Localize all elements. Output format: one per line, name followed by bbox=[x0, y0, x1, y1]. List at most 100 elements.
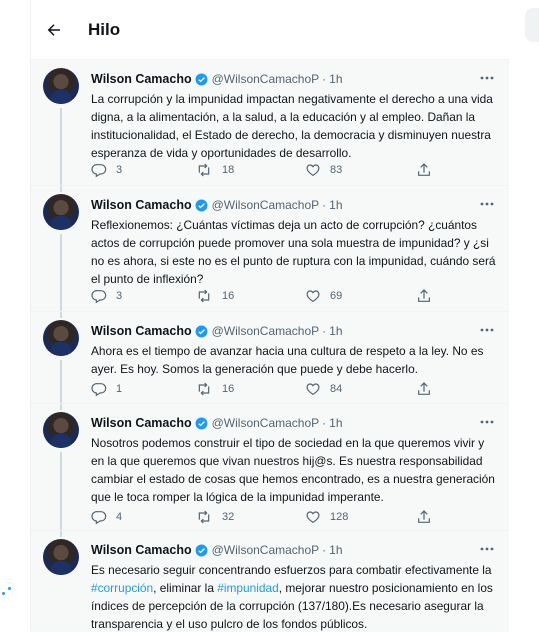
like-count: 128 bbox=[330, 511, 349, 523]
heart-icon bbox=[305, 381, 321, 397]
thread-connector bbox=[60, 234, 62, 312]
avatar[interactable] bbox=[43, 194, 79, 230]
author-handle[interactable]: @WilsonCamachoP bbox=[212, 72, 320, 86]
tweet-text-part: Es necesario seguir concentrando esfuerz… bbox=[91, 563, 492, 577]
hashtag-link[interactable]: #corrupción bbox=[91, 581, 153, 595]
tweet-actions: 3 18 83 bbox=[91, 161, 451, 179]
author-name[interactable]: Wilson Camacho bbox=[91, 72, 192, 86]
author-name[interactable]: Wilson Camacho bbox=[91, 198, 192, 212]
reply-count: 1 bbox=[116, 383, 123, 395]
author-handle[interactable]: @WilsonCamachoP bbox=[212, 416, 320, 430]
more-button[interactable] bbox=[477, 414, 497, 430]
author-name[interactable]: Wilson Camacho bbox=[91, 324, 192, 338]
tweet-actions: 1 16 84 bbox=[91, 380, 451, 398]
like-button[interactable]: 69 bbox=[305, 287, 342, 305]
verified-badge-icon bbox=[195, 544, 208, 557]
more-button[interactable] bbox=[477, 196, 497, 212]
thread-column: Hilo Wilson Camacho @WilsonCamachoP · 1h… bbox=[30, 0, 510, 632]
author-name[interactable]: Wilson Camacho bbox=[91, 416, 192, 430]
search-box-edge[interactable] bbox=[525, 8, 539, 42]
thread-header: Hilo bbox=[31, 0, 509, 58]
heart-icon bbox=[305, 288, 321, 304]
author-name[interactable]: Wilson Camacho bbox=[91, 543, 192, 557]
verified-badge-icon bbox=[195, 325, 208, 338]
more-dots-icon bbox=[480, 76, 494, 80]
like-count: 69 bbox=[330, 290, 343, 302]
page-title: Hilo bbox=[88, 20, 121, 39]
author-handle[interactable]: @WilsonCamachoP bbox=[212, 324, 320, 338]
retweet-button[interactable]: 16 bbox=[195, 287, 234, 305]
tweet-3[interactable]: Wilson Camacho @WilsonCamachoP · 1h Ahor… bbox=[31, 311, 509, 404]
thread-connector bbox=[60, 531, 62, 537]
author-handle[interactable]: @WilsonCamachoP bbox=[212, 198, 320, 212]
like-button[interactable]: 84 bbox=[305, 380, 342, 398]
retweet-count: 32 bbox=[222, 511, 235, 523]
reply-button[interactable]: 4 bbox=[91, 508, 122, 526]
tweet-header: Wilson Camacho @WilsonCamachoP · 1h bbox=[91, 541, 343, 559]
retweet-button[interactable]: 16 bbox=[195, 380, 234, 398]
tweet-5[interactable]: Wilson Camacho @WilsonCamachoP · 1h Es n… bbox=[31, 530, 509, 632]
thread-connector bbox=[60, 360, 62, 404]
tweet-4[interactable]: Wilson Camacho @WilsonCamachoP · 1h Noso… bbox=[31, 403, 509, 531]
dot-separator: · bbox=[322, 543, 327, 557]
more-dots-icon bbox=[480, 420, 494, 424]
share-button[interactable] bbox=[416, 287, 432, 305]
reply-icon bbox=[91, 509, 107, 525]
more-button[interactable] bbox=[477, 322, 497, 338]
like-count: 83 bbox=[330, 164, 343, 176]
reply-count: 3 bbox=[116, 290, 123, 302]
reply-button[interactable]: 3 bbox=[91, 161, 122, 179]
retweet-icon bbox=[195, 162, 213, 178]
share-button[interactable] bbox=[416, 380, 432, 398]
more-button[interactable] bbox=[477, 541, 497, 557]
verified-badge-icon bbox=[195, 73, 208, 86]
retweet-icon bbox=[195, 288, 213, 304]
back-button[interactable] bbox=[41, 17, 67, 43]
tweet-actions: 3 16 69 bbox=[91, 287, 451, 305]
reply-icon bbox=[91, 162, 107, 178]
verified-badge-icon bbox=[195, 417, 208, 430]
thread-connector bbox=[60, 186, 62, 192]
arrow-left-icon bbox=[45, 21, 63, 39]
share-icon bbox=[416, 162, 432, 178]
tweet-1[interactable]: Wilson Camacho @WilsonCamachoP · 1h La c… bbox=[31, 59, 509, 186]
author-handle[interactable]: @WilsonCamachoP bbox=[212, 543, 320, 557]
avatar[interactable] bbox=[43, 412, 79, 448]
tweet-header: Wilson Camacho @WilsonCamachoP · 1h bbox=[91, 70, 343, 88]
reply-button[interactable]: 1 bbox=[91, 380, 122, 398]
tweet-time[interactable]: 1h bbox=[329, 543, 342, 557]
tweet-actions: 4 32 128 bbox=[91, 508, 451, 526]
retweet-button[interactable]: 32 bbox=[195, 508, 234, 526]
more-button[interactable] bbox=[477, 70, 497, 86]
avatar[interactable] bbox=[43, 68, 79, 104]
avatar[interactable] bbox=[43, 539, 79, 575]
verified-badge-icon bbox=[195, 199, 208, 212]
tweet-2[interactable]: Wilson Camacho @WilsonCamachoP · 1h Refl… bbox=[31, 185, 509, 312]
share-icon bbox=[416, 288, 432, 304]
thread-connector bbox=[60, 452, 62, 531]
tweet-header: Wilson Camacho @WilsonCamachoP · 1h bbox=[91, 322, 343, 340]
tweet-time[interactable]: 1h bbox=[329, 416, 342, 430]
dot-separator: · bbox=[322, 72, 327, 86]
hashtag-link[interactable]: #impunidad bbox=[217, 581, 278, 595]
like-button[interactable]: 83 bbox=[305, 161, 342, 179]
retweet-count: 16 bbox=[222, 290, 235, 302]
tweet-text-part: , eliminar la bbox=[153, 581, 218, 595]
avatar[interactable] bbox=[43, 320, 79, 356]
share-button[interactable] bbox=[416, 161, 432, 179]
retweet-button[interactable]: 18 bbox=[195, 161, 234, 179]
dot-separator: · bbox=[322, 198, 327, 212]
share-icon bbox=[416, 509, 432, 525]
tweet-time[interactable]: 1h bbox=[329, 324, 342, 338]
share-button[interactable] bbox=[416, 508, 432, 526]
reply-button[interactable]: 3 bbox=[91, 287, 122, 305]
left-nav-more-icon[interactable] bbox=[2, 586, 16, 600]
tweet-time[interactable]: 1h bbox=[329, 198, 342, 212]
dot-separator: · bbox=[322, 416, 327, 430]
like-button[interactable]: 128 bbox=[305, 508, 348, 526]
heart-icon bbox=[305, 162, 321, 178]
retweet-icon bbox=[195, 509, 213, 525]
thread-connector bbox=[60, 312, 62, 318]
tweet-header: Wilson Camacho @WilsonCamachoP · 1h bbox=[91, 414, 343, 432]
tweet-time[interactable]: 1h bbox=[329, 72, 342, 86]
